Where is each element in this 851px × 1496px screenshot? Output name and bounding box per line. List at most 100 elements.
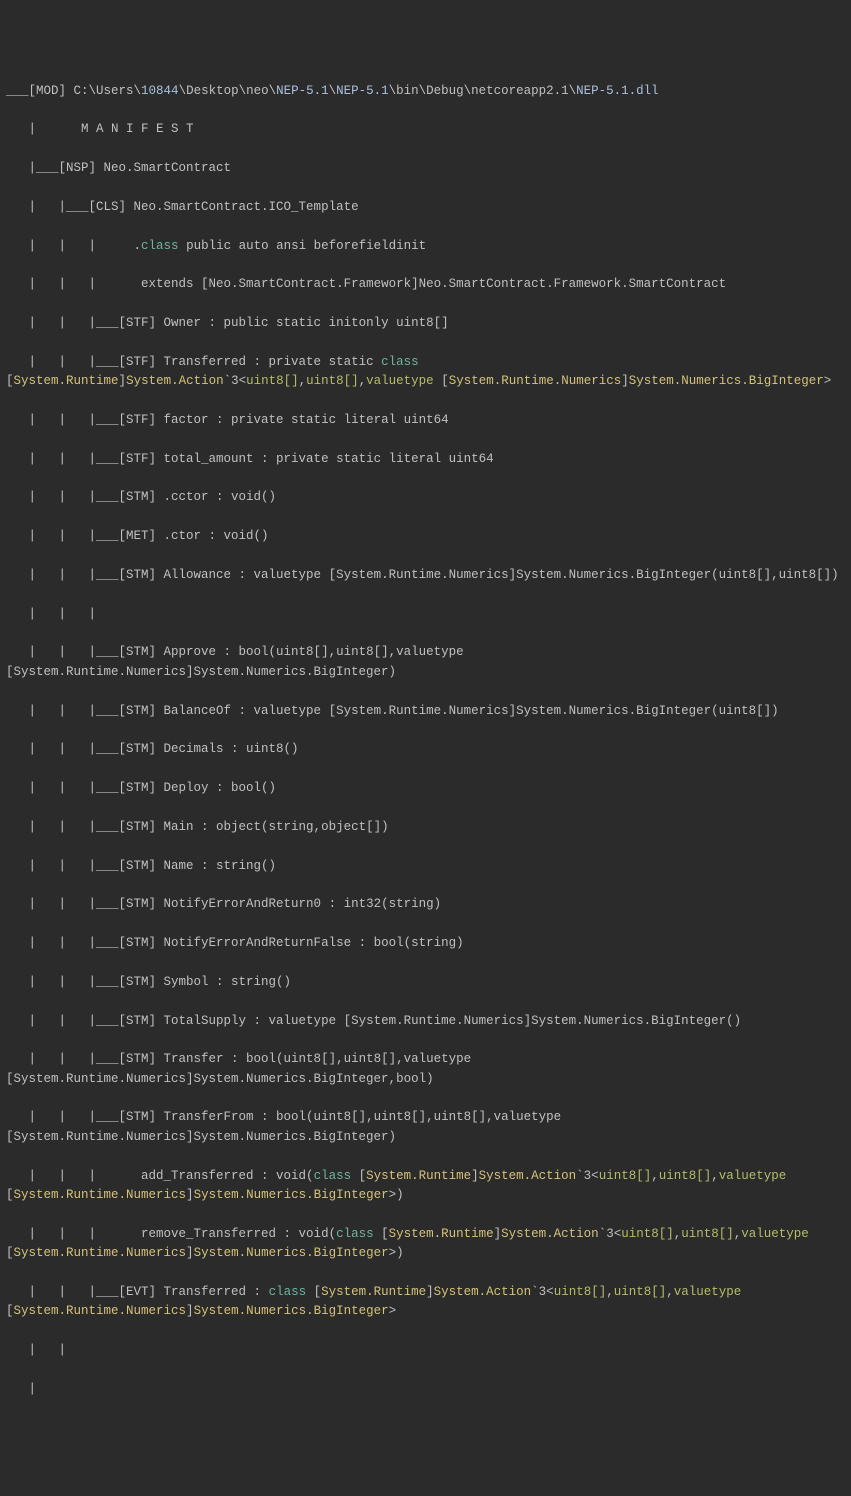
type-name: System.Action (434, 1285, 532, 1299)
comma: , (674, 1227, 682, 1241)
module-header-line: ___[MOD] C:\Users\10844\Desktop\neo\ NEP-… (6, 82, 845, 101)
asm-ref: System.Runtime.Numerics (14, 1188, 187, 1202)
class-keyword: class (269, 1285, 307, 1299)
path-nep2: NEP-5.1 (336, 84, 389, 98)
tree-tail-2: | (6, 1380, 845, 1399)
path-desktop: \Desktop\neo\ (179, 84, 277, 98)
type-arg: valuetype (366, 374, 434, 388)
stf-factor-line: | | |___[STF] factor : private static li… (6, 411, 845, 430)
bracket: [ (434, 374, 449, 388)
tree-tail-1: | | (6, 1341, 845, 1360)
stm-transfer-line: | | |___[STM] Transfer : bool(uint8[],ui… (6, 1050, 845, 1089)
add-transferred-line: | | | add_Transferred : void(class [Syst… (6, 1167, 845, 1206)
tree-continuation: | | | (6, 605, 845, 624)
type-arg: valuetype (674, 1285, 742, 1299)
generic-open: `3< (599, 1227, 622, 1241)
path-userid: 10844 (141, 84, 179, 98)
type-name: System.Numerics.BigInteger (194, 1246, 389, 1260)
path-users: \Users\ (89, 84, 142, 98)
bracket: ] (119, 374, 127, 388)
type-arg: uint8[] (306, 374, 359, 388)
bracket: ] (186, 1246, 194, 1260)
stm-notifyerrorfalse-line: | | |___[STM] NotifyErrorAndReturnFalse … (6, 934, 845, 953)
comma: , (606, 1285, 614, 1299)
type-arg: valuetype (719, 1169, 787, 1183)
stm-main-line: | | |___[STM] Main : object(string,objec… (6, 818, 845, 837)
path-sep1: \ (329, 84, 337, 98)
stm-decimals-line: | | |___[STM] Decimals : uint8() (6, 740, 845, 759)
close: > (389, 1304, 397, 1318)
stm-cctor-line: | | |___[STM] .cctor : void() (6, 488, 845, 507)
bracket: ] (471, 1169, 479, 1183)
generic-open: `3< (224, 374, 247, 388)
stf-totalamount-line: | | |___[STF] total_amount : private sta… (6, 450, 845, 469)
extends-line: | | | extends [Neo.SmartContract.Framewo… (6, 275, 845, 294)
type-name: System.Action (479, 1169, 577, 1183)
bracket: [ (374, 1227, 389, 1241)
bracket: ] (494, 1227, 502, 1241)
remove-transferred-line: | | | remove_Transferred : void(class [S… (6, 1225, 845, 1264)
comma: , (666, 1285, 674, 1299)
stm-transferfrom-line: | | |___[STM] TransferFrom : bool(uint8[… (6, 1108, 845, 1147)
bracket: [ (306, 1285, 321, 1299)
bracket: ] (621, 374, 629, 388)
class-keyword: class (314, 1169, 352, 1183)
nsp-line: |___[NSP] Neo.SmartContract (6, 159, 845, 178)
met-ctor-line: | | |___[MET] .ctor : void() (6, 527, 845, 546)
stm-balanceof-line: | | |___[STM] BalanceOf : valuetype [Sys… (6, 702, 845, 721)
generic-close: > (824, 374, 832, 388)
asm-ref: System.Runtime.Numerics (14, 1304, 187, 1318)
type-arg: uint8[] (681, 1227, 734, 1241)
classdecl-line: | | | .class public auto ansi beforefiel… (6, 237, 845, 256)
type-name: System.Numerics.BigInteger (194, 1304, 389, 1318)
class-keyword: class (141, 239, 179, 253)
evt-pre: | | |___[EVT] Transferred : (6, 1285, 269, 1299)
cls-line: | |___[CLS] Neo.SmartContract.ICO_Templa… (6, 198, 845, 217)
type-arg: uint8[] (599, 1169, 652, 1183)
type-name: System.Numerics.BigInteger (194, 1188, 389, 1202)
classdecl-pre: | | | . (6, 239, 141, 253)
stm-notifyerror0-line: | | |___[STM] NotifyErrorAndReturn0 : in… (6, 895, 845, 914)
class-keyword: class (336, 1227, 374, 1241)
type-name: System.Action (501, 1227, 599, 1241)
rem-pre: | | | remove_Transferred : void( (6, 1227, 336, 1241)
stf-transferred-line: | | |___[STF] Transferred : private stat… (6, 353, 845, 392)
generic-open: `3< (531, 1285, 554, 1299)
comma: , (711, 1169, 719, 1183)
stf-owner-line: | | |___[STF] Owner : public static init… (6, 314, 845, 333)
add-pre: | | | add_Transferred : void( (6, 1169, 314, 1183)
type-arg: uint8[] (659, 1169, 712, 1183)
stm-name-line: | | |___[STM] Name : string() (6, 857, 845, 876)
asm-ref: System.Runtime.Numerics (14, 1246, 187, 1260)
comma: , (734, 1227, 742, 1241)
path-bin: \bin\Debug\netcoreapp2.1\ (389, 84, 577, 98)
path-dll: NEP-5.1.dll (576, 84, 659, 98)
comma: , (651, 1169, 659, 1183)
type-arg: uint8[] (614, 1285, 667, 1299)
mod-tag: ___[MOD] (6, 84, 74, 98)
generic-open: `3< (576, 1169, 599, 1183)
comma: , (299, 374, 307, 388)
evt-transferred-line: | | |___[EVT] Transferred : class [Syste… (6, 1283, 845, 1322)
stm-deploy-line: | | |___[STM] Deploy : bool() (6, 779, 845, 798)
bracket: [ (351, 1169, 366, 1183)
asm-ref: System.Runtime (14, 374, 119, 388)
type-name: System.Action (126, 374, 224, 388)
asm-ref: System.Runtime (366, 1169, 471, 1183)
classdecl-mods: public auto ansi beforefieldinit (179, 239, 434, 253)
path-drive: C: (74, 84, 89, 98)
close: >) (389, 1188, 404, 1202)
stm-symbol-line: | | |___[STM] Symbol : string() (6, 973, 845, 992)
bracket: ] (426, 1285, 434, 1299)
type-arg: uint8[] (621, 1227, 674, 1241)
type-name: System.Numerics.BigInteger (629, 374, 824, 388)
type-arg: uint8[] (246, 374, 299, 388)
type-arg: valuetype (741, 1227, 809, 1241)
asm-ref: System.Runtime (321, 1285, 426, 1299)
bracket: ] (186, 1188, 194, 1202)
stf-transferred-pre: | | |___[STF] Transferred : private stat… (6, 355, 381, 369)
class-keyword: class (381, 355, 419, 369)
stm-allowance-line: | | |___[STM] Allowance : valuetype [Sys… (6, 566, 845, 585)
asm-ref: System.Runtime (389, 1227, 494, 1241)
close: >) (389, 1246, 404, 1260)
